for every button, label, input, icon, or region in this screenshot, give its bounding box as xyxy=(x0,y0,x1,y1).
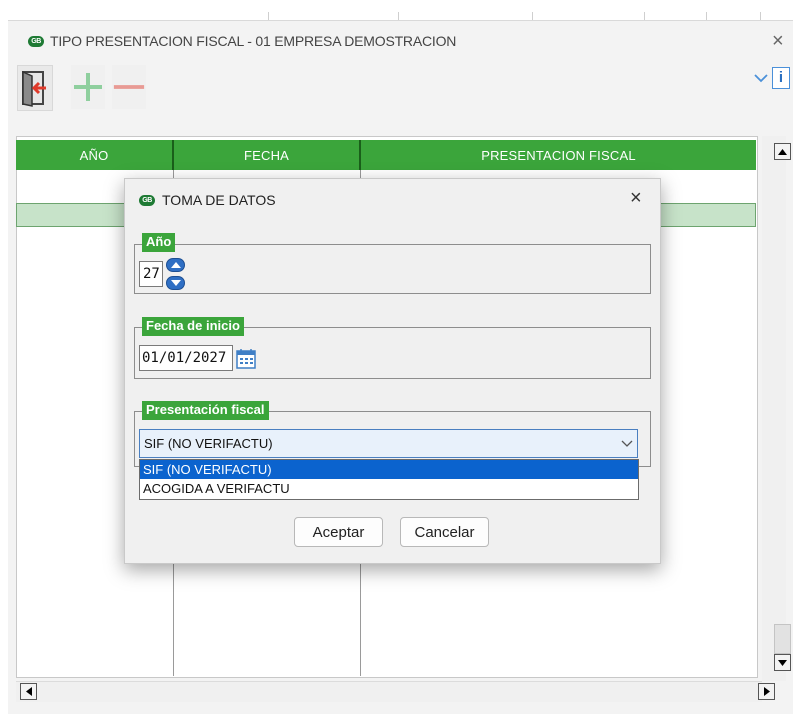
app-logo-icon: GB xyxy=(28,35,44,47)
arrow-right-icon xyxy=(763,687,770,696)
arrow-up-icon xyxy=(170,262,181,268)
calendar-icon xyxy=(236,349,256,369)
window-close-button[interactable]: × xyxy=(772,31,784,51)
remove-button[interactable] xyxy=(112,65,146,109)
year-spinner xyxy=(166,258,186,290)
scroll-left-button[interactable] xyxy=(20,683,37,700)
year-input[interactable]: 27 xyxy=(139,261,163,287)
year-decrement-button[interactable] xyxy=(166,276,185,290)
scroll-right-button[interactable] xyxy=(758,683,775,700)
app-logo-icon: GB xyxy=(139,194,155,206)
cancel-button[interactable]: Cancelar xyxy=(400,517,489,547)
arrow-left-icon xyxy=(25,687,32,696)
add-icon xyxy=(74,73,102,101)
fiscal-select-value: SIF (NO VERIFACTU) xyxy=(144,436,273,451)
dialog-title: TOMA DE DATOS xyxy=(162,192,276,208)
exit-icon xyxy=(22,70,46,107)
info-button[interactable]: i xyxy=(772,67,790,89)
year-label: Año xyxy=(142,233,176,252)
fiscal-label: Presentación fiscal xyxy=(142,401,269,420)
column-header-fiscal[interactable]: PRESENTACION FISCAL xyxy=(361,140,756,170)
fiscal-options-list: SIF (NO VERIFACTU) ACOGIDA A VERIFACTU xyxy=(139,459,639,500)
data-entry-dialog: GB TOMA DE DATOS × Año 27 Fecha de inici… xyxy=(124,178,661,564)
start-date-label: Fecha de inicio xyxy=(142,317,244,336)
scroll-up-button[interactable] xyxy=(774,143,791,160)
window-title-bar: GB TIPO PRESENTACION FISCAL - 01 EMPRESA… xyxy=(28,33,456,49)
add-button[interactable] xyxy=(71,65,105,109)
accept-button[interactable]: Aceptar xyxy=(294,517,383,547)
column-header-year[interactable]: AÑO xyxy=(16,140,174,170)
start-date-input[interactable]: 01/01/2027 xyxy=(139,345,233,371)
dialog-title-bar: GB TOMA DE DATOS × xyxy=(125,179,660,221)
chevron-down-icon xyxy=(754,74,768,83)
arrow-down-icon xyxy=(170,280,181,286)
scroll-thumb[interactable] xyxy=(774,624,791,654)
arrow-down-icon xyxy=(778,659,787,666)
background-strip xyxy=(0,0,793,20)
horizontal-scrollbar[interactable] xyxy=(16,681,775,702)
dialog-close-button[interactable]: × xyxy=(630,188,642,208)
scroll-down-button[interactable] xyxy=(774,654,791,671)
year-increment-button[interactable] xyxy=(166,258,185,272)
window-title: TIPO PRESENTACION FISCAL - 01 EMPRESA DE… xyxy=(50,33,457,49)
fiscal-option[interactable]: ACOGIDA A VERIFACTU xyxy=(140,479,638,498)
fiscal-option[interactable]: SIF (NO VERIFACTU) xyxy=(140,460,638,479)
grid-header: AÑO FECHA PRESENTACION FISCAL xyxy=(16,140,756,170)
year-group xyxy=(134,244,651,294)
chevron-down-icon xyxy=(621,440,633,447)
remove-icon xyxy=(113,85,145,89)
fiscal-select[interactable]: SIF (NO VERIFACTU) xyxy=(139,429,638,458)
date-picker-button[interactable] xyxy=(235,348,257,370)
arrow-up-icon xyxy=(778,148,787,155)
column-header-date[interactable]: FECHA xyxy=(174,140,361,170)
vertical-scrollbar[interactable] xyxy=(762,136,791,681)
info-icon: i xyxy=(778,69,784,86)
exit-button[interactable] xyxy=(17,65,53,111)
collapse-button[interactable] xyxy=(752,69,770,87)
